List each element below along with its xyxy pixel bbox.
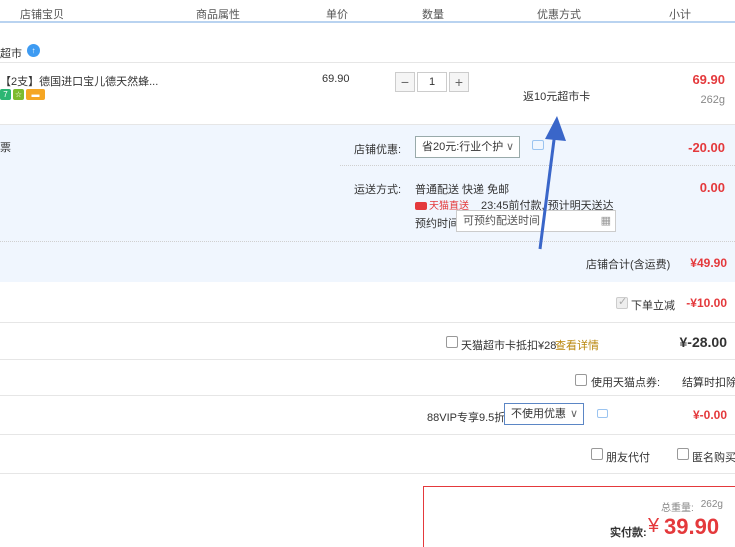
vip-select-value: 不使用优惠 (511, 408, 566, 420)
row-divider-4 (0, 434, 735, 435)
pay-label: 实付款: (610, 527, 647, 539)
qty-decrease-button[interactable]: − (395, 72, 415, 92)
col-header-attr: 商品属性 (196, 9, 240, 21)
chevron-down-icon: ∨ (505, 141, 514, 153)
shop-total-divider (0, 241, 735, 242)
store-discount-select[interactable]: 省20元:行业个护 ∨ (415, 136, 520, 158)
card-deduct-checkbox[interactable] (446, 336, 458, 348)
shop-block-divider (340, 165, 735, 166)
shipping-method: 普通配送 快递 免邮 (415, 184, 510, 196)
points-checkbox[interactable] (575, 374, 587, 386)
qty-increase-button[interactable]: + (449, 72, 469, 92)
vip-label: 88VIP专享9.5折 (427, 412, 506, 424)
qty-input[interactable]: 1 (417, 72, 447, 92)
col-header-promo: 优惠方式 (537, 9, 581, 21)
tmall-cat-icon (415, 202, 427, 211)
item-weight: 262g (700, 94, 725, 106)
anon-buy-checkbox[interactable] (677, 448, 689, 460)
item-top-divider (0, 62, 735, 63)
card-details-link[interactable]: 查看详情 (555, 337, 599, 353)
comment-icon[interactable] (532, 140, 544, 150)
points-value: 结算时扣除 (682, 377, 735, 389)
row-divider-3 (0, 395, 735, 396)
card-deduct-value: ¥-28.00 (679, 334, 727, 350)
store-discount-value: -20.00 (688, 140, 725, 155)
points-label: 使用天猫点券: (591, 377, 661, 389)
col-header-price: 单价 (326, 9, 348, 21)
store-discount-select-value: 省20元:行业个护 (422, 141, 504, 153)
total-weight-value: 262g (700, 499, 723, 510)
invoice-label: 票 (0, 142, 11, 154)
friend-pay-checkbox[interactable] (591, 448, 603, 460)
gift-tag-icon: ☆ (13, 89, 24, 100)
vip-value: ¥-0.00 (692, 408, 727, 422)
shipping-fee-value: 0.00 (699, 180, 725, 195)
friend-pay-label: 朋友代付 (606, 452, 650, 464)
appointment-input[interactable]: 可预约配送时间 ▦ (456, 210, 616, 232)
store-name[interactable]: 超市 (0, 45, 22, 61)
item-title[interactable]: 【2支】德国进口宝儿德天然蜂... (0, 73, 158, 89)
card-tag-icon: ▬ (26, 89, 45, 100)
row-divider-2 (0, 359, 735, 360)
shipping-label: 运送方式: (354, 184, 402, 196)
row-divider-1 (0, 322, 735, 323)
instant-off-checkbox[interactable]: ✓ (616, 296, 628, 309)
row-divider-5 (0, 473, 735, 474)
col-header-item: 店铺宝贝 (20, 9, 64, 21)
anon-buy-label: 匿名购买 (692, 452, 735, 464)
pay-currency: ¥ (648, 515, 660, 537)
appointment-label: 预约时间 (415, 218, 459, 230)
vip-select[interactable]: 不使用优惠 ∨ (504, 403, 584, 425)
item-subtotal: 69.90 (692, 72, 725, 87)
chat-icon[interactable]: ↑ (27, 44, 40, 57)
chevron-down-icon: ∨ (569, 408, 578, 420)
promo-tag-icon: 7 (0, 89, 11, 100)
item-promo-text: 返10元超市卡 (523, 91, 591, 103)
col-header-qty: 数量 (422, 9, 444, 21)
calendar-icon: ▦ (600, 215, 611, 227)
total-weight-label: 总重量: (661, 503, 694, 514)
item-unit-price: 69.90 (322, 73, 350, 85)
card-deduct-label: 天猫超市卡抵扣¥28 (461, 340, 557, 352)
store-discount-label: 店铺优惠: (354, 144, 402, 156)
shop-total-label: 店铺合计(含运费) (586, 259, 671, 271)
appointment-placeholder: 可预约配送时间 (463, 215, 540, 227)
col-header-subtotal: 小计 (669, 9, 691, 21)
pay-amount: 39.90 (664, 514, 720, 539)
header-divider (0, 21, 735, 23)
instant-off-value: -¥10.00 (686, 296, 727, 310)
shop-total-value: ¥49.90 (690, 256, 727, 270)
vip-comment-icon[interactable] (597, 409, 608, 418)
instant-off-label: 下单立减 (631, 300, 675, 312)
